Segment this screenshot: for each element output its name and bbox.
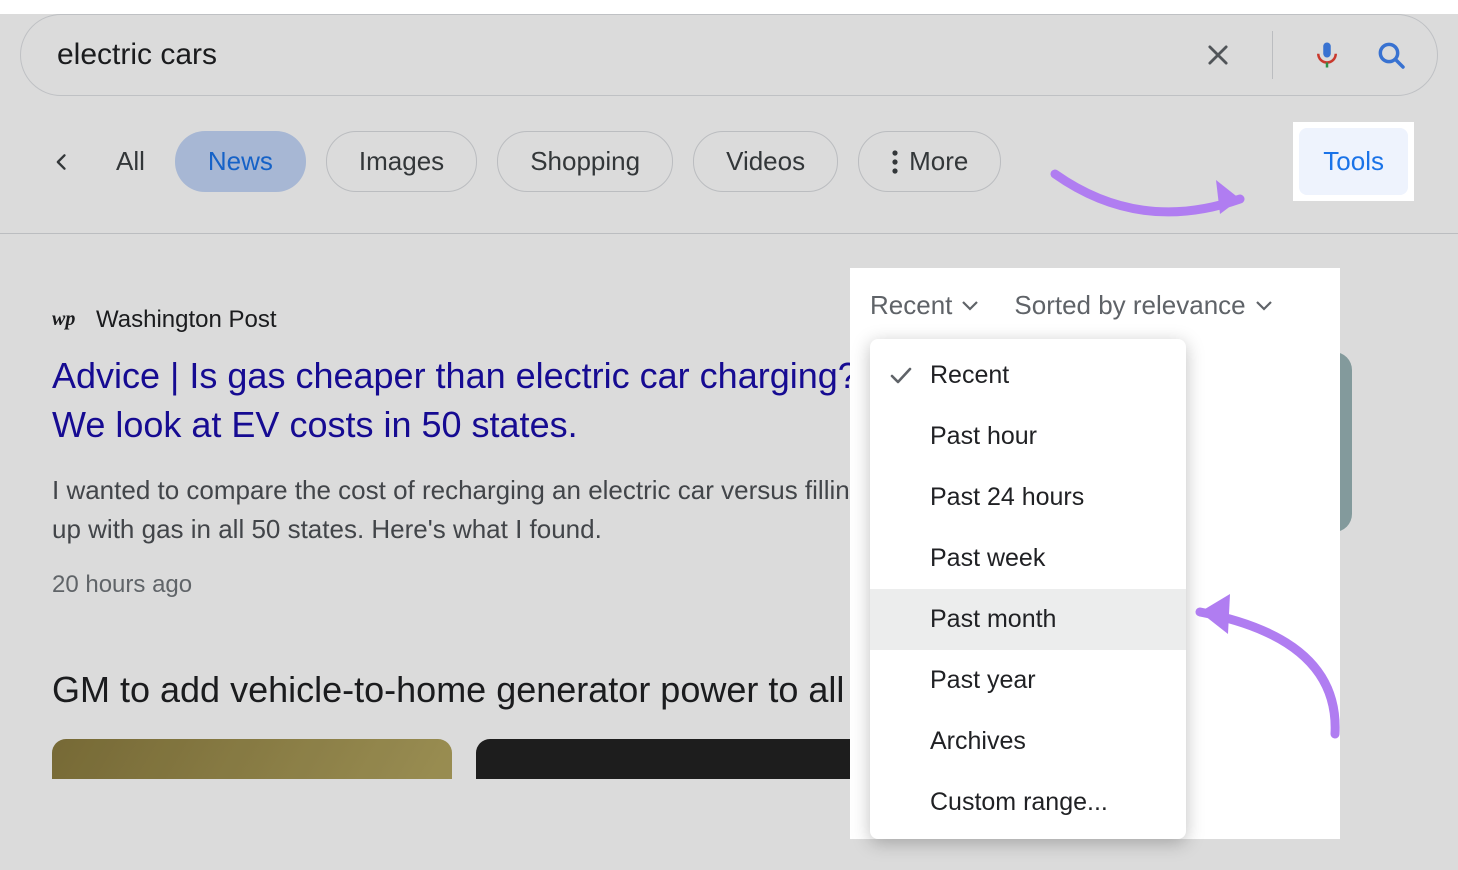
check-icon — [890, 367, 912, 385]
search-tabs: All News Images Shopping Videos More Too… — [0, 96, 1458, 234]
dropdown-option-past-year[interactable]: Past year — [870, 650, 1186, 711]
search-bar — [20, 14, 1438, 96]
dropdown-option-custom-range[interactable]: Custom range... — [870, 772, 1186, 833]
search-input[interactable] — [57, 38, 1200, 72]
tab-label: News — [208, 146, 273, 177]
dropdown-option-past-hour[interactable]: Past hour — [870, 406, 1186, 467]
time-filter[interactable]: Recent — [870, 290, 978, 321]
dropdown-label: Past year — [930, 666, 1036, 695]
search-bar-divider — [1272, 31, 1273, 79]
result-snippet: I wanted to compare the cost of rechargi… — [52, 471, 882, 549]
tab-label: More — [909, 146, 968, 177]
tab-label: Videos — [726, 146, 805, 177]
tools-button[interactable]: Tools — [1299, 128, 1408, 195]
dropdown-label: Recent — [930, 361, 1009, 390]
tools-button-highlight: Tools — [1293, 122, 1414, 201]
dropdown-label: Past 24 hours — [930, 483, 1084, 512]
caret-down-icon — [1256, 301, 1272, 311]
dropdown-label: Past month — [930, 605, 1056, 634]
tab-label: All — [116, 146, 145, 177]
tools-label: Tools — [1323, 146, 1384, 176]
dropdown-option-past-month[interactable]: Past month — [870, 589, 1186, 650]
dropdown-option-past-week[interactable]: Past week — [870, 528, 1186, 589]
result-time: 20 hours ago — [52, 571, 882, 599]
voice-search-icon[interactable] — [1309, 37, 1345, 73]
dropdown-label: Custom range... — [930, 788, 1108, 817]
dropdown-label: Past hour — [930, 422, 1037, 451]
sort-filter-label: Sorted by relevance — [1014, 290, 1245, 321]
tab-videos[interactable]: Videos — [693, 131, 838, 192]
source-name: Washington Post — [96, 306, 277, 334]
time-dropdown: Recent Past hour Past 24 hours Past week… — [870, 339, 1186, 839]
tab-shopping[interactable]: Shopping — [497, 131, 673, 192]
clear-icon[interactable] — [1200, 37, 1236, 73]
tab-all[interactable]: All — [106, 131, 155, 192]
source-logo: wp — [52, 308, 82, 332]
result-title[interactable]: Advice | Is gas cheaper than electric ca… — [52, 352, 882, 449]
search-icon[interactable] — [1373, 37, 1409, 73]
story-thumbnail[interactable] — [476, 739, 876, 779]
dropdown-label: Archives — [930, 727, 1026, 756]
tab-label: Shopping — [530, 146, 640, 177]
tab-images[interactable]: Images — [326, 131, 477, 192]
tools-panel: Recent Sorted by relevance Recent Past h… — [850, 268, 1340, 839]
caret-down-icon — [962, 301, 978, 311]
sort-filter[interactable]: Sorted by relevance — [1014, 290, 1271, 321]
dropdown-option-archives[interactable]: Archives — [870, 711, 1186, 772]
dropdown-label: Past week — [930, 544, 1045, 573]
time-filter-label: Recent — [870, 290, 952, 321]
story-thumbnail[interactable] — [52, 739, 452, 779]
kebab-icon — [891, 149, 899, 175]
dropdown-option-recent[interactable]: Recent — [870, 345, 1186, 406]
dropdown-option-past-24-hours[interactable]: Past 24 hours — [870, 467, 1186, 528]
chevron-left-icon[interactable] — [44, 144, 80, 180]
tab-news[interactable]: News — [175, 131, 306, 192]
tab-more[interactable]: More — [858, 131, 1001, 192]
tab-label: Images — [359, 146, 444, 177]
